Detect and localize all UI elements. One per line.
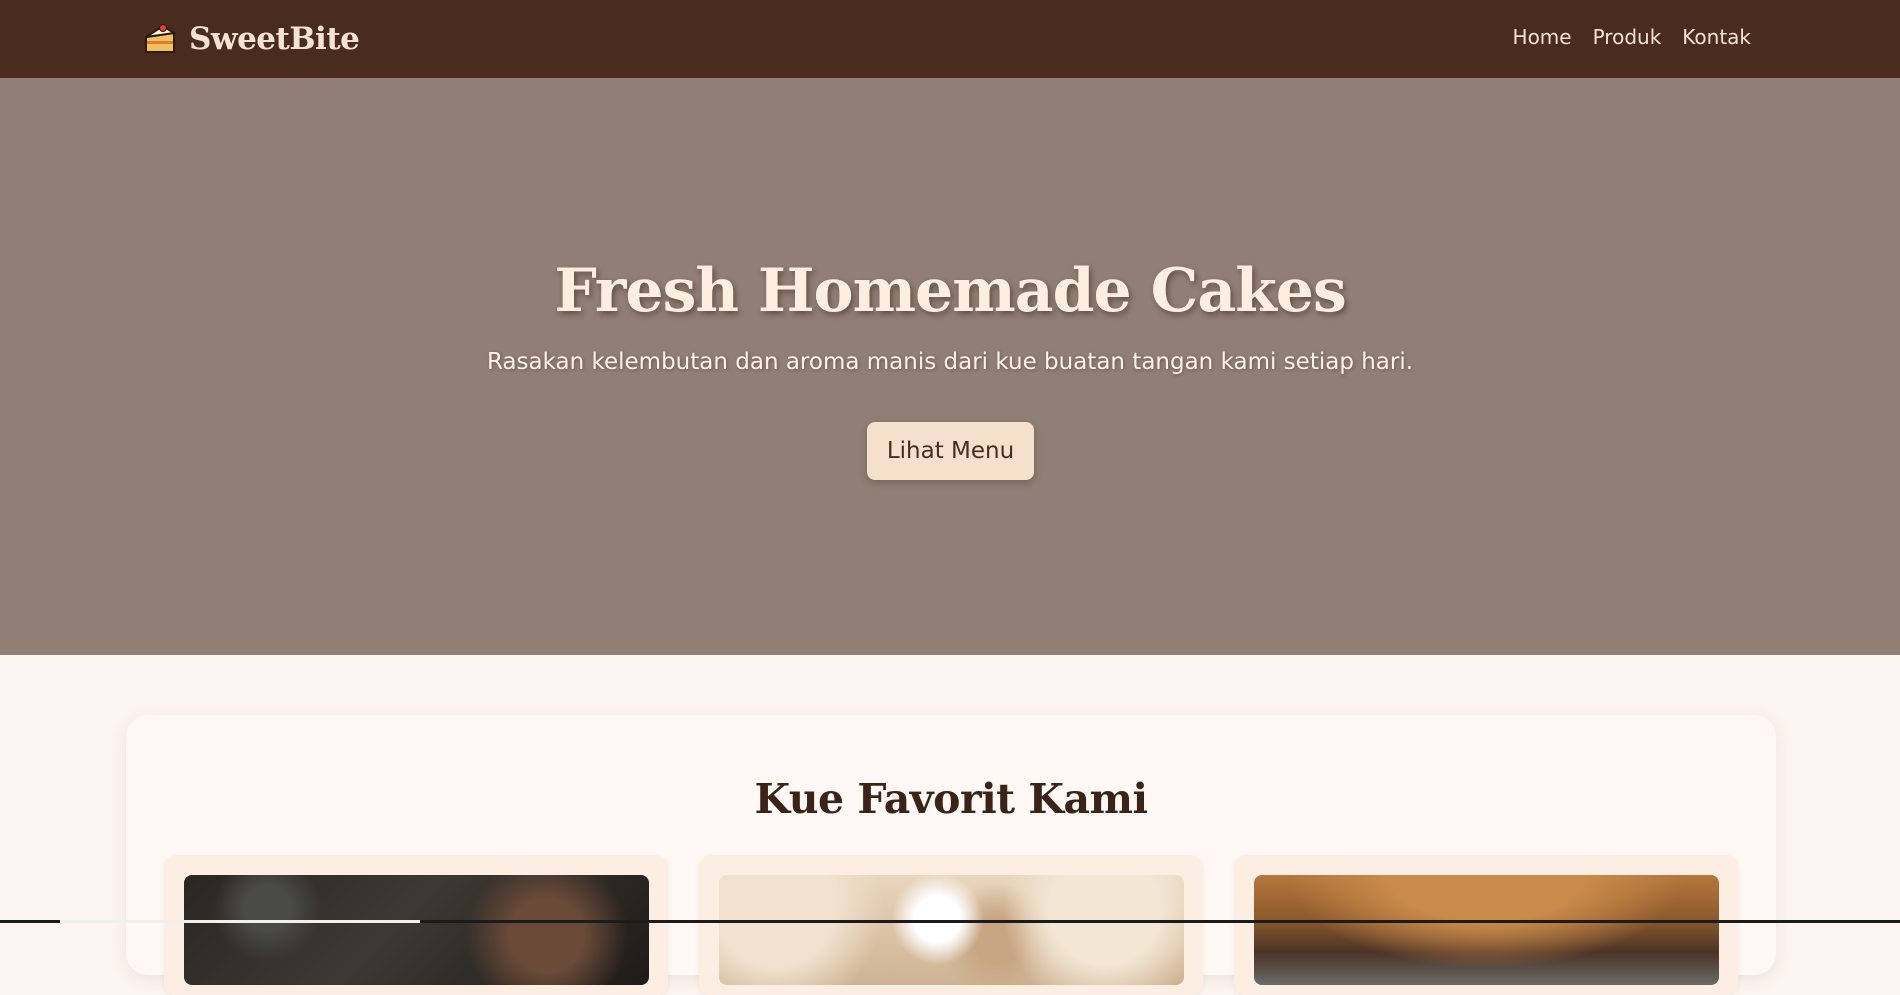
favorite-products-section: Kue Favorit Kami xyxy=(126,715,1776,995)
navbar: SweetBite Home Produk Kontak xyxy=(0,0,1900,78)
view-menu-button[interactable]: Lihat Menu xyxy=(867,422,1034,480)
product-card[interactable] xyxy=(1234,855,1738,995)
section-title: Kue Favorit Kami xyxy=(754,775,1148,823)
brand-logo-link[interactable]: SweetBite xyxy=(143,19,360,59)
brand-name: SweetBite xyxy=(189,21,360,57)
hero-subtitle: Rasakan kelembutan dan aroma manis dari … xyxy=(486,349,1414,375)
product-card[interactable] xyxy=(164,855,668,995)
hero-section: Fresh Homemade Cakes Rasakan kelembutan … xyxy=(0,78,1900,655)
hero-title: Fresh Homemade Cakes xyxy=(554,256,1347,326)
product-image xyxy=(1254,875,1719,985)
nav-link-kontak[interactable]: Kontak xyxy=(1682,25,1751,49)
product-image xyxy=(719,875,1184,985)
nav-links: Home Produk Kontak xyxy=(1513,25,1751,49)
nav-link-home[interactable]: Home xyxy=(1513,25,1572,49)
product-image xyxy=(184,875,649,985)
product-card[interactable] xyxy=(699,855,1203,995)
nav-link-produk[interactable]: Produk xyxy=(1593,25,1662,49)
cake-slice-icon xyxy=(145,24,177,53)
